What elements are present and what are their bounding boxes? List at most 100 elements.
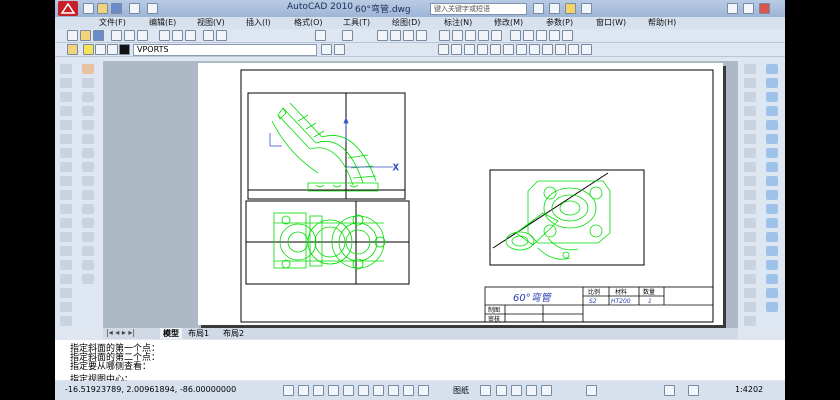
snap-node-icon[interactable]	[555, 44, 566, 55]
publish-icon[interactable]	[137, 30, 148, 41]
extend-icon[interactable]	[82, 204, 94, 214]
tool-ac-icon[interactable]	[766, 190, 778, 200]
workspace-icon[interactable]	[664, 385, 675, 396]
insert-block-icon[interactable]	[60, 218, 72, 228]
maximize-icon[interactable]	[743, 3, 754, 14]
tool-ag-icon[interactable]	[766, 246, 778, 256]
tool-n-icon[interactable]	[744, 246, 756, 256]
lock-icon[interactable]	[688, 385, 699, 396]
tool-ah-icon[interactable]	[766, 260, 778, 270]
dim-linear-icon[interactable]	[510, 30, 521, 41]
save-icon[interactable]	[93, 30, 104, 41]
dim-style-icon[interactable]	[562, 30, 573, 41]
snap-quadrant-icon[interactable]	[503, 44, 514, 55]
design-center-icon[interactable]	[452, 30, 463, 41]
annotation-scale-icon[interactable]	[586, 385, 597, 396]
zoom-window-icon[interactable]	[403, 30, 414, 41]
menu-format[interactable]: 格式(O)	[294, 17, 323, 28]
layer-properties-icon[interactable]	[67, 44, 78, 55]
tool-a-icon[interactable]	[744, 64, 756, 74]
drawing-area[interactable]: X 60°弯管 比例 材料 数量 S2 HT200 1 制图 审核	[103, 61, 738, 328]
copy-icon[interactable]	[172, 30, 183, 41]
otrack-icon[interactable]	[358, 385, 369, 396]
paper-sheet[interactable]: X 60°弯管 比例 材料 数量 S2 HT200 1 制图 审核	[198, 63, 723, 325]
paste-icon[interactable]	[185, 30, 196, 41]
join-icon[interactable]	[82, 232, 94, 242]
tab-model[interactable]: 模型	[160, 328, 182, 339]
save-icon[interactable]	[111, 3, 122, 14]
maximize-viewport-icon[interactable]	[480, 385, 491, 396]
redo-icon[interactable]	[147, 3, 158, 14]
tool-ae-icon[interactable]	[766, 218, 778, 228]
menu-edit[interactable]: 编辑(E)	[149, 17, 176, 28]
explode-icon[interactable]	[82, 274, 94, 284]
snap-mode-icon[interactable]	[283, 385, 294, 396]
redo-icon[interactable]	[342, 30, 353, 41]
layer-select[interactable]: VPORTS	[133, 44, 317, 56]
revision-cloud-icon[interactable]	[60, 162, 72, 172]
help-icon[interactable]	[581, 3, 592, 14]
tool-y-icon[interactable]	[766, 134, 778, 144]
zoom-previous-icon[interactable]	[416, 30, 427, 41]
snap-parallel-icon[interactable]	[542, 44, 553, 55]
tool-f-icon[interactable]	[744, 134, 756, 144]
tab-layout2[interactable]: 布局2	[223, 328, 244, 339]
lock-icon[interactable]	[107, 44, 118, 55]
ellipse-icon[interactable]	[60, 190, 72, 200]
snap-endpoint-icon[interactable]	[451, 44, 462, 55]
command-window[interactable]: 指定斜面的第一个点： 指定斜面的第二个点： 指定要从哪侧查看： 指定视图中心：	[55, 340, 785, 385]
communication-icon[interactable]	[549, 3, 560, 14]
zoom-realtime-icon[interactable]	[390, 30, 401, 41]
help-icon[interactable]	[491, 30, 502, 41]
snap-tangent-icon[interactable]	[516, 44, 527, 55]
search-icon[interactable]	[533, 3, 544, 14]
viewport-iso[interactable]	[489, 169, 645, 266]
tool-p-icon[interactable]	[744, 274, 756, 284]
open-icon[interactable]	[80, 30, 91, 41]
tool-x-icon[interactable]	[766, 120, 778, 130]
polar-tracking-icon[interactable]	[328, 385, 339, 396]
table-icon[interactable]	[60, 302, 72, 312]
stretch-icon[interactable]	[82, 176, 94, 186]
spline-icon[interactable]	[60, 176, 72, 186]
undo-icon[interactable]	[315, 30, 326, 41]
rectangle-icon[interactable]	[60, 120, 72, 130]
preview-icon[interactable]	[124, 30, 135, 41]
menu-window[interactable]: 窗口(W)	[596, 17, 626, 28]
tool-w-icon[interactable]	[766, 106, 778, 116]
snap-intersection-icon[interactable]	[477, 44, 488, 55]
lineweight-icon[interactable]	[403, 385, 414, 396]
layer-color-icon[interactable]	[119, 44, 130, 55]
mirror-icon[interactable]	[82, 92, 94, 102]
minimize-icon[interactable]	[727, 3, 738, 14]
circle-icon[interactable]	[60, 148, 72, 158]
open-icon[interactable]	[97, 3, 108, 14]
tool-u-icon[interactable]	[766, 78, 778, 88]
snap-perpendicular-icon[interactable]	[529, 44, 540, 55]
match-properties-icon[interactable]	[203, 30, 214, 41]
tool-palettes-icon[interactable]	[465, 30, 476, 41]
menu-view[interactable]: 视图(V)	[197, 17, 225, 28]
tool-v-icon[interactable]	[766, 92, 778, 102]
tool-ak-icon[interactable]	[766, 302, 778, 312]
array-icon[interactable]	[82, 120, 94, 130]
copy-object-icon[interactable]	[82, 78, 94, 88]
new-icon[interactable]	[83, 3, 94, 14]
cut-icon[interactable]	[159, 30, 170, 41]
make-block-icon[interactable]	[60, 232, 72, 242]
menu-parametric[interactable]: 参数(P)	[546, 17, 573, 28]
menu-tools[interactable]: 工具(T)	[343, 17, 370, 28]
rotate-icon[interactable]	[82, 148, 94, 158]
tool-s-icon[interactable]	[744, 316, 756, 326]
menu-help[interactable]: 帮助(H)	[648, 17, 676, 28]
tool-g-icon[interactable]	[744, 148, 756, 158]
move-icon[interactable]	[82, 134, 94, 144]
tool-e-icon[interactable]	[744, 120, 756, 130]
layer-previous-icon[interactable]	[334, 44, 345, 55]
polyline-icon[interactable]	[60, 92, 72, 102]
showmotion-icon[interactable]	[541, 385, 552, 396]
search-input[interactable]: 键入关键字或短语	[430, 3, 527, 15]
grid-mode-icon[interactable]	[298, 385, 309, 396]
menu-insert[interactable]: 插入(I)	[246, 17, 271, 28]
ducs-icon[interactable]	[373, 385, 384, 396]
